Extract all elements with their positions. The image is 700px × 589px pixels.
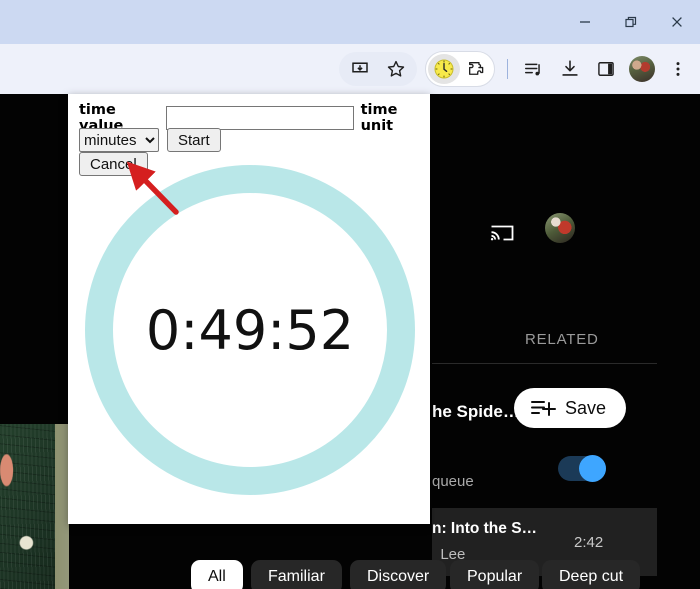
- extensions-button[interactable]: [460, 54, 492, 84]
- bookmark-star-button[interactable]: [378, 51, 414, 87]
- chip-all[interactable]: All: [191, 560, 243, 589]
- timer-extension-icon: [434, 59, 454, 79]
- cast-button[interactable]: [488, 220, 516, 244]
- minimize-button[interactable]: [562, 0, 608, 44]
- profile-avatar-button[interactable]: [624, 51, 660, 87]
- chip-deep-cut[interactable]: Deep cut: [542, 560, 641, 589]
- timer-extension-button[interactable]: [428, 54, 460, 84]
- list-item-title: n: Into the S…: [432, 520, 538, 537]
- restore-icon: [625, 16, 637, 28]
- downloads-icon: [562, 60, 578, 76]
- close-icon: [672, 17, 682, 27]
- filter-chip-row: All Familiar Discover Popular Deep cut: [0, 560, 700, 589]
- restore-button[interactable]: [608, 0, 654, 44]
- downloads-button[interactable]: [552, 51, 588, 87]
- toolbar-divider: [507, 59, 508, 79]
- chip-discover[interactable]: Discover: [350, 560, 447, 589]
- start-button[interactable]: Start: [167, 128, 221, 152]
- time-unit-select[interactable]: minutes: [79, 128, 159, 152]
- browser-toolbar: [0, 44, 700, 94]
- playlist-icon: [525, 63, 540, 76]
- bookmark-star-icon: [387, 60, 405, 77]
- minimize-icon: [580, 21, 590, 23]
- chip-popular-label: Popular: [467, 568, 523, 585]
- account-avatar[interactable]: [545, 213, 575, 243]
- timer-extension-popup: time value time unit minutes Start Cance…: [68, 94, 430, 524]
- queue-toggle[interactable]: [558, 455, 606, 482]
- save-button-label: Save: [565, 397, 607, 418]
- tab-underline: [432, 363, 657, 364]
- time-unit-label: time unit: [360, 102, 398, 134]
- screenshot-root: S RELATED he Spide… Save queue n: Into t…: [0, 0, 700, 589]
- omnibox-actions-group: [339, 52, 417, 86]
- chip-deep-cut-label: Deep cut: [559, 568, 624, 585]
- cast-icon: [490, 225, 514, 241]
- time-value-input[interactable]: [166, 106, 354, 130]
- window-controls: [562, 0, 700, 44]
- install-app-icon: [352, 62, 368, 73]
- song-title: he Spide…: [432, 402, 520, 421]
- tab-related[interactable]: RELATED: [525, 331, 599, 348]
- chip-all-label: All: [208, 568, 226, 585]
- timer-display: 0:49:52: [145, 298, 355, 362]
- window-titlebar: [0, 0, 700, 44]
- extension-pill-group: [425, 51, 495, 87]
- playlist-add-icon: [531, 401, 556, 416]
- chip-familiar-label: Familiar: [268, 568, 325, 585]
- install-app-button[interactable]: [342, 51, 378, 87]
- playlist-button[interactable]: [516, 51, 552, 87]
- close-button[interactable]: [654, 0, 700, 44]
- side-panel-button[interactable]: [588, 51, 624, 87]
- chrome-menu-icon: [676, 62, 680, 76]
- extensions-puzzle-icon: [468, 61, 483, 75]
- chip-discover-label: Discover: [367, 568, 430, 585]
- chrome-menu-button[interactable]: [660, 51, 696, 87]
- chip-popular[interactable]: Popular: [450, 560, 540, 589]
- queue-label: queue: [432, 473, 474, 490]
- side-panel-icon: [598, 62, 614, 76]
- chip-familiar[interactable]: Familiar: [251, 560, 342, 589]
- save-button[interactable]: Save: [514, 388, 627, 428]
- unit-and-start-row: minutes Start: [79, 128, 221, 152]
- queue-toggle-knob: [579, 455, 606, 482]
- profile-avatar: [629, 56, 655, 82]
- toolbar-actions: [339, 44, 696, 94]
- list-item-duration: 2:42: [574, 534, 604, 551]
